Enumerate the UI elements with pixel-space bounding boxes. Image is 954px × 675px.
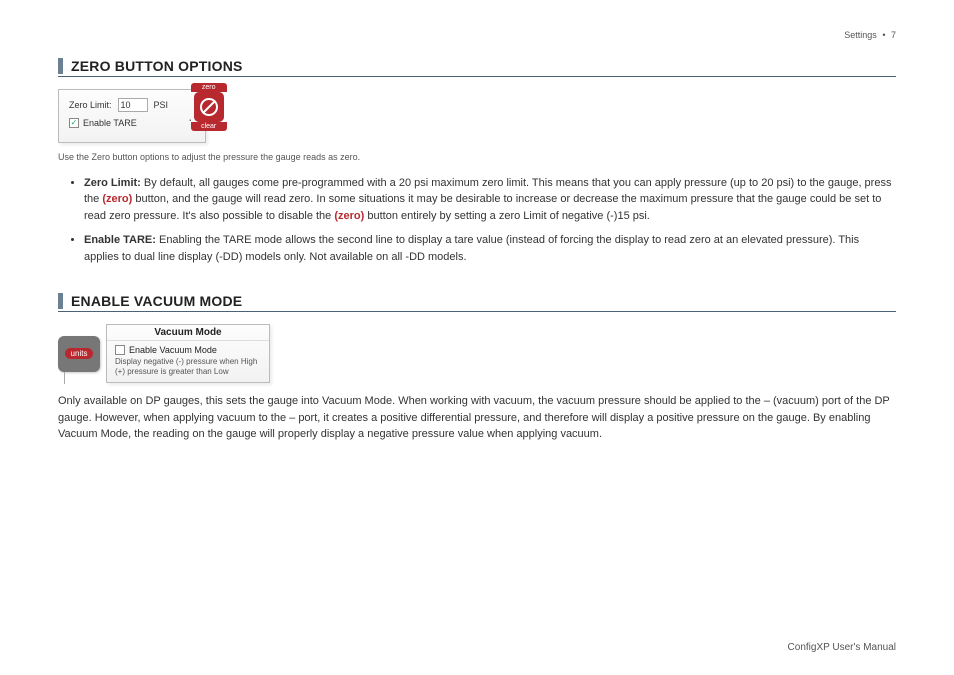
enable-tare-row: ✓ Enable TARE xyxy=(69,118,195,128)
footer-text: ConfigXP User's Manual xyxy=(788,642,896,653)
zero-limit-row: Zero Limit: 10 PSI xyxy=(69,98,195,112)
vacuum-note: Display negative (-) pressure when High … xyxy=(115,357,261,376)
title-rule xyxy=(58,311,896,312)
zero-badge-top: zero xyxy=(191,83,227,92)
bullet-zero-limit: Zero Limit: By default, all gauges come … xyxy=(84,175,896,225)
bullet-text: button entirely by setting a zero Limit … xyxy=(364,210,650,222)
figure-vacuum-mode: units Vacuum Mode Enable Vacuum Mode Dis… xyxy=(58,324,896,383)
zero-badge-bottom: clear xyxy=(191,122,227,131)
vacuum-paragraph: Only available on DP gauges, this sets t… xyxy=(58,393,896,443)
bullet-strong: Zero Limit: xyxy=(84,177,141,189)
enable-tare-label: Enable TARE xyxy=(83,118,137,128)
units-badge: units xyxy=(58,336,100,372)
zero-clear-badge: zero clear xyxy=(191,83,227,131)
figure-caption: Use the Zero button options to adjust th… xyxy=(58,151,896,165)
header-page: 7 xyxy=(891,30,896,40)
vacuum-panel: Vacuum Mode Enable Vacuum Mode Display n… xyxy=(106,324,270,383)
zero-options-panel: Zero Limit: 10 PSI ✓ Enable TARE xyxy=(58,89,206,143)
zero-button-ref: (zero) xyxy=(102,193,132,205)
enable-vacuum-row: Enable Vacuum Mode xyxy=(115,345,261,355)
no-symbol-icon xyxy=(194,92,224,122)
section-title-zero: ZERO BUTTON OPTIONS xyxy=(58,58,896,74)
section-title-vacuum: ENABLE VACUUM MODE xyxy=(58,293,896,309)
bullet-text: Enabling the TARE mode allows the second… xyxy=(84,234,859,263)
header-dot: • xyxy=(882,30,885,40)
zero-button-ref: (zero) xyxy=(334,210,364,222)
zero-limit-input[interactable]: 10 xyxy=(118,98,148,112)
zero-bullets: Zero Limit: By default, all gauges come … xyxy=(84,175,896,266)
bullet-strong: Enable TARE: xyxy=(84,234,156,246)
page-header: Settings • 7 xyxy=(844,30,896,40)
zero-limit-unit: PSI xyxy=(154,100,169,110)
header-section: Settings xyxy=(844,30,877,40)
zero-limit-label: Zero Limit: xyxy=(69,100,112,110)
units-label: units xyxy=(65,348,94,359)
enable-tare-checkbox[interactable]: ✓ xyxy=(69,118,79,128)
bullet-enable-tare: Enable TARE: Enabling the TARE mode allo… xyxy=(84,232,896,265)
enable-vacuum-label: Enable Vacuum Mode xyxy=(129,345,217,355)
figure-zero-options: Zero Limit: 10 PSI ✓ Enable TARE · zero … xyxy=(58,89,896,143)
title-rule xyxy=(58,76,896,77)
enable-vacuum-checkbox[interactable] xyxy=(115,345,125,355)
vacuum-panel-header: Vacuum Mode xyxy=(107,325,269,341)
